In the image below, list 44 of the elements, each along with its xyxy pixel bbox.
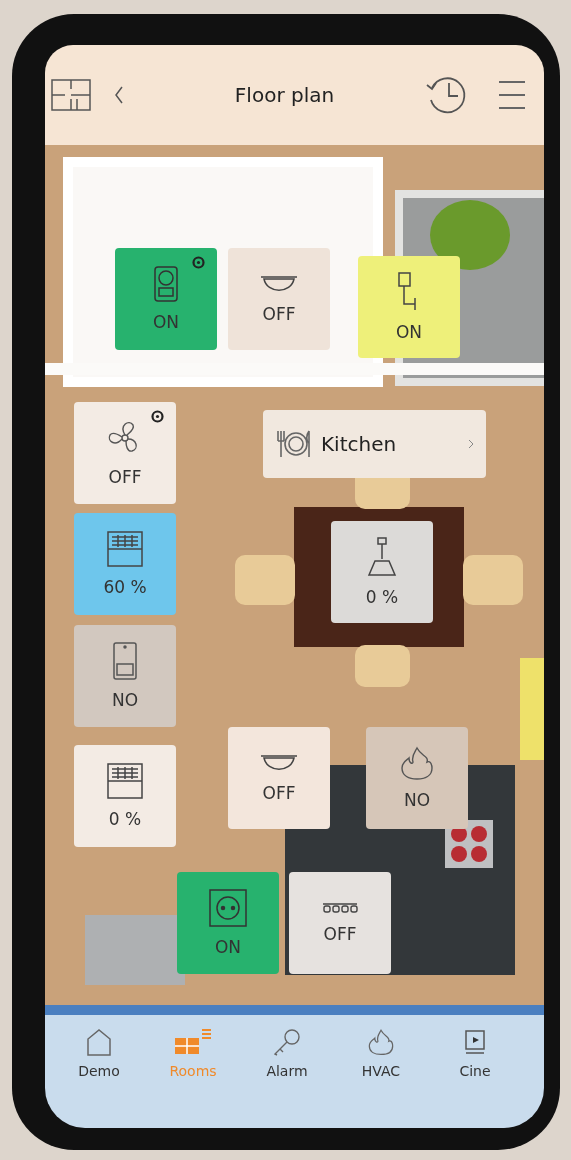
room-name: Kitchen [321,432,398,456]
device-tile[interactable]: ON [115,248,217,350]
device-tile[interactable]: 0 % [331,521,433,623]
device-tile[interactable]: ON [177,872,279,974]
device-tile[interactable]: 60 % [74,513,176,615]
device-tile[interactable]: 0 % [74,745,176,847]
device-tile[interactable]: NO [366,727,468,829]
intercom-icon [153,266,179,302]
floor-plan-icon[interactable] [51,79,91,111]
device-tile[interactable]: ON [358,256,460,358]
device-tile[interactable]: OFF [74,402,176,504]
flame-icon [367,1027,395,1057]
nav-tab[interactable]: Demo [65,1027,133,1089]
ceiling-light-icon [259,274,299,294]
nav-tab[interactable]: Cine [441,1027,509,1089]
blind-icon [107,763,143,799]
flame-icon [399,746,435,780]
back-icon[interactable] [113,85,125,105]
nav-tab[interactable]: Alarm [253,1027,321,1089]
device-tile[interactable]: OFF [228,727,330,829]
chair [463,555,523,605]
chair [355,645,410,687]
cutlery-icon [275,429,311,459]
home-icon [86,1027,112,1057]
menu-icon[interactable] [498,80,526,110]
blind-icon [107,531,143,567]
window-contact-icon [112,642,138,680]
rooms-icon [173,1027,213,1057]
device-tile[interactable]: OFF [289,872,391,974]
history-icon[interactable] [424,74,468,116]
ceiling-light-icon [259,753,299,773]
page-title: Floor plan [233,83,336,107]
room-link[interactable]: Kitchen [263,410,486,478]
device-tile[interactable]: NO [74,625,176,727]
chair [235,555,295,605]
pendant-lamp-icon [367,537,397,577]
key-icon [273,1027,301,1057]
nav-tab[interactable]: HVAC [347,1027,415,1089]
chevron-icon [468,439,474,449]
device-tile[interactable]: OFF [228,248,330,350]
screen-play-icon [464,1027,486,1057]
light-strip-icon [322,902,358,914]
power-outlet-icon [209,889,247,927]
hob-drawing [445,820,493,868]
